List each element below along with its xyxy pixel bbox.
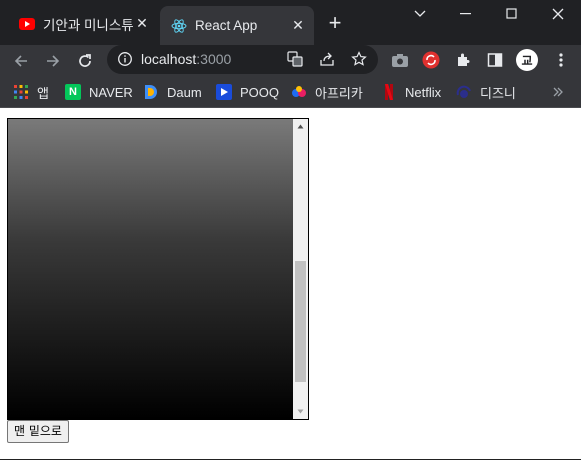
youtube-icon [19, 16, 35, 32]
bookmark-daum[interactable]: Daum [143, 82, 202, 102]
naver-icon: N [65, 84, 81, 100]
browser-titlebar: 기안과 미니스튜 ✕ React App ✕ + [0, 0, 581, 45]
close-window-icon[interactable] [535, 0, 581, 28]
bookmark-afreeca[interactable]: 아프리카 [291, 82, 363, 102]
page-viewport: 맨 밑으로 [0, 109, 581, 460]
bookmark-label: 아프리카 [315, 85, 363, 101]
url-text: localhost:3000 [141, 51, 231, 67]
scroll-container[interactable] [7, 118, 309, 420]
bookmark-netflix[interactable]: Netflix [381, 82, 441, 102]
browser-toolbar: localhost:3000 교 [0, 45, 581, 76]
side-panel-icon[interactable] [485, 50, 505, 70]
bookmark-label: NAVER [89, 84, 133, 100]
close-tab-icon[interactable]: ✕ [134, 16, 150, 32]
tab-title: React App [195, 18, 258, 33]
camera-icon[interactable] [390, 50, 410, 70]
bookmark-label: 디즈니 [480, 85, 516, 101]
info-icon[interactable] [116, 50, 134, 68]
menu-kebab-icon[interactable] [551, 50, 571, 70]
tab-search-icon[interactable] [397, 0, 443, 28]
tab-react-app[interactable]: React App ✕ [160, 6, 314, 45]
netflix-icon [381, 84, 397, 100]
scroll-to-bottom-button[interactable]: 맨 밑으로 [7, 420, 69, 443]
extensions-puzzle-icon[interactable] [453, 50, 473, 70]
profile-avatar[interactable]: 교 [516, 49, 538, 71]
bookmark-label: Daum [167, 84, 202, 100]
bookmark-label: 앱 [37, 85, 49, 101]
disney-icon [456, 84, 472, 100]
bookmark-pooq[interactable]: POOQ [216, 82, 279, 102]
reload-icon[interactable] [72, 48, 98, 74]
bookmark-label: POOQ [240, 84, 280, 100]
pooq-icon [216, 84, 232, 100]
afreeca-icon [291, 84, 307, 100]
tab-title: 기안과 미니스튜 [43, 18, 134, 33]
daum-icon [143, 84, 159, 100]
scrollbar-thumb[interactable] [295, 260, 306, 382]
share-icon[interactable] [318, 50, 336, 68]
address-bar[interactable]: localhost:3000 [107, 45, 378, 74]
translate-icon[interactable] [286, 50, 304, 68]
minimize-icon[interactable] [443, 0, 489, 28]
bookmark-star-icon[interactable] [350, 50, 368, 68]
bookmark-naver[interactable]: N NAVER [65, 82, 133, 102]
url-host: localhost [141, 51, 197, 67]
scroll-up-arrow-icon[interactable] [293, 119, 308, 134]
scroll-down-arrow-icon[interactable] [293, 404, 308, 419]
bookmarks-bar: 앱 N NAVER Daum POOQ 아프리카 Netflix 디즈니 [0, 76, 581, 108]
vertical-scrollbar[interactable] [293, 119, 308, 419]
back-icon[interactable] [8, 48, 34, 74]
close-tab-icon[interactable]: ✕ [290, 18, 306, 34]
bookmark-label: Netflix [405, 84, 442, 100]
new-tab-button[interactable]: + [324, 12, 346, 34]
maximize-icon[interactable] [489, 0, 535, 28]
bookmark-disney[interactable]: 디즈니 [456, 82, 516, 102]
apps-grid-icon [13, 84, 29, 100]
url-port: :3000 [196, 51, 232, 67]
forward-icon[interactable] [40, 48, 66, 74]
tab-youtube[interactable]: 기안과 미니스튜 ✕ [8, 7, 158, 41]
react-icon [171, 18, 187, 34]
sync-extension-icon[interactable] [421, 50, 441, 70]
more-bookmarks-icon[interactable] [553, 82, 563, 102]
bookmark-apps[interactable]: 앱 [13, 82, 49, 102]
